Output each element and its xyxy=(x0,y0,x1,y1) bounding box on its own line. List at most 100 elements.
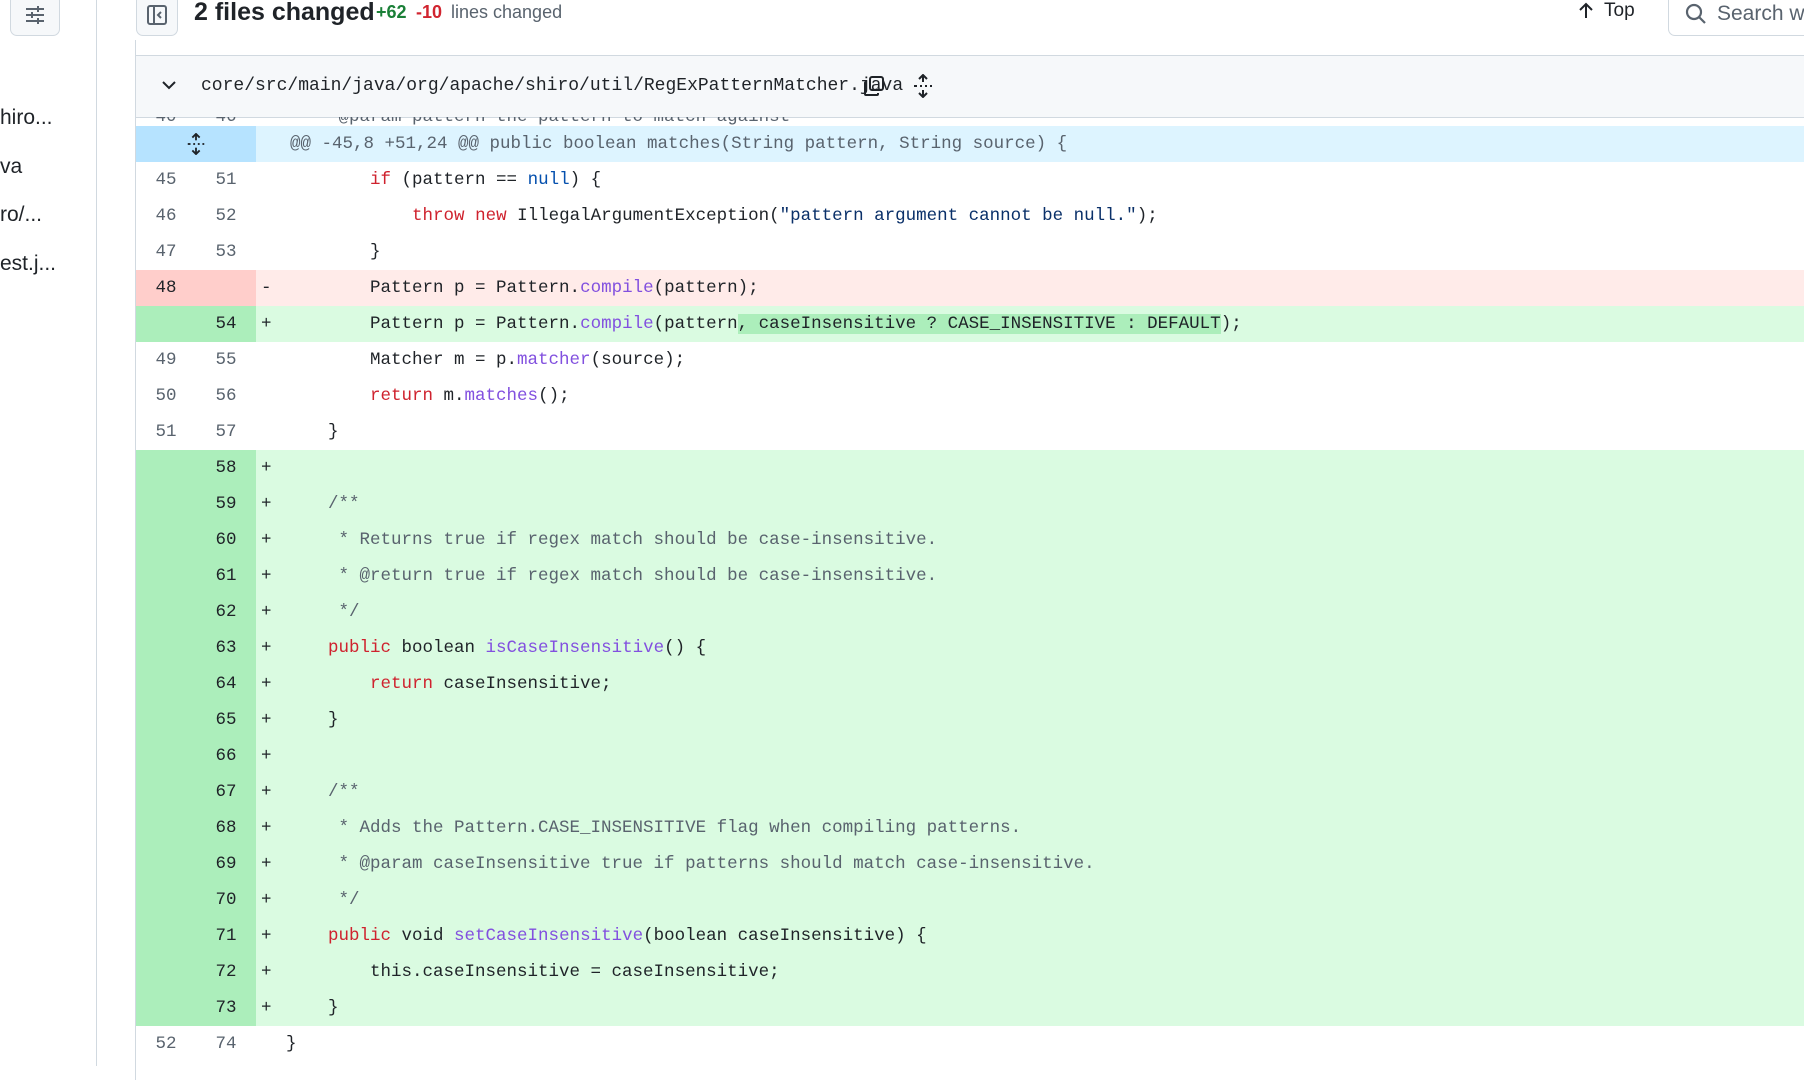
new-line-number[interactable]: 65 xyxy=(196,702,256,738)
old-line-number[interactable] xyxy=(136,810,196,846)
new-line-number[interactable]: 68 xyxy=(196,810,256,846)
hunk-header-text: @@ -45,8 +51,24 @@ public boolean matche… xyxy=(290,134,1068,154)
old-line-number[interactable]: 40 xyxy=(136,117,196,126)
old-line-number[interactable]: 46 xyxy=(136,198,196,234)
expand-hunk-button[interactable] xyxy=(136,126,256,162)
file-tree-item[interactable]: hiro... xyxy=(0,106,92,130)
search-input[interactable]: Search w xyxy=(1668,0,1804,36)
old-line-number[interactable] xyxy=(136,306,196,342)
new-line-number[interactable]: 57 xyxy=(196,414,256,450)
code-token: */ xyxy=(286,890,360,910)
code-token: , caseInsensitive ? CASE_INSENSITIVE : D… xyxy=(737,314,1221,334)
old-line-number[interactable] xyxy=(136,666,196,702)
code-token: ) { xyxy=(569,170,602,190)
new-line-number[interactable]: 59 xyxy=(196,486,256,522)
new-line-number[interactable]: 70 xyxy=(196,882,256,918)
old-line-number[interactable] xyxy=(136,846,196,882)
code-token: /** xyxy=(286,782,360,802)
lines-changed-label: lines changed xyxy=(451,2,563,22)
old-line-number[interactable]: 51 xyxy=(136,414,196,450)
code-token: } xyxy=(286,710,339,730)
code-token: "pattern argument cannot be null." xyxy=(779,206,1137,226)
diff-sign: + xyxy=(261,962,272,982)
old-line-number[interactable] xyxy=(136,774,196,810)
new-line-number[interactable]: 64 xyxy=(196,666,256,702)
code-token: * @return true if regex match should be … xyxy=(286,566,938,586)
code-content: Pattern p = Pattern.compile(pattern, cas… xyxy=(286,306,1804,342)
diff-lines: 4046 @param pattern the pattern to match… xyxy=(136,117,1804,1062)
deletions-count: -10 xyxy=(416,2,443,22)
old-line-number[interactable] xyxy=(136,738,196,774)
code-content: } xyxy=(286,990,1804,1026)
toggle-file-tree-button[interactable] xyxy=(136,0,178,36)
code-content: * Adds the Pattern.CASE_INSENSITIVE flag… xyxy=(286,810,1804,846)
code-content: public void setCaseInsensitive(boolean c… xyxy=(286,918,1804,954)
code-content: * @return true if regex match should be … xyxy=(286,558,1804,594)
diff-line-context: 49 55 Matcher m = p.matcher(source); xyxy=(136,342,1804,378)
old-line-number[interactable] xyxy=(136,918,196,954)
old-line-number[interactable] xyxy=(136,630,196,666)
new-line-number[interactable]: 56 xyxy=(196,378,256,414)
new-line-number[interactable]: 71 xyxy=(196,918,256,954)
old-line-number[interactable] xyxy=(136,486,196,522)
diff-line-addition: 71 + public void setCaseInsensitive(boole… xyxy=(136,918,1804,954)
diff-sign xyxy=(256,117,286,126)
old-line-number[interactable]: 45 xyxy=(136,162,196,198)
diff-line-addition: 65 + } xyxy=(136,702,1804,738)
old-line-number[interactable] xyxy=(136,954,196,990)
diff-sign xyxy=(256,234,286,270)
new-line-number[interactable]: 66 xyxy=(196,738,256,774)
old-line-number[interactable]: 50 xyxy=(136,378,196,414)
filter-files-button[interactable] xyxy=(10,0,60,36)
old-line-number[interactable]: 49 xyxy=(136,342,196,378)
old-line-number[interactable]: 47 xyxy=(136,234,196,270)
old-line-number[interactable] xyxy=(136,450,196,486)
old-line-number[interactable] xyxy=(136,882,196,918)
code-content: } xyxy=(286,234,1804,270)
diff-sign: + xyxy=(261,854,272,874)
new-line-number[interactable]: 61 xyxy=(196,558,256,594)
expand-all-button[interactable] xyxy=(911,73,935,103)
new-line-number[interactable]: 63 xyxy=(196,630,256,666)
new-line-number[interactable]: 51 xyxy=(196,162,256,198)
new-line-number[interactable] xyxy=(196,270,256,306)
code-token: matches xyxy=(464,386,539,406)
file-tree-item[interactable]: ro/... xyxy=(0,203,92,227)
diff-line-context: 52 74} xyxy=(136,1026,1804,1062)
diff-sign: + xyxy=(261,674,272,694)
new-line-number[interactable]: 58 xyxy=(196,450,256,486)
new-line-number[interactable]: 53 xyxy=(196,234,256,270)
collapse-file-button[interactable] xyxy=(158,74,180,101)
new-line-number[interactable]: 69 xyxy=(196,846,256,882)
file-tree-item[interactable]: est.j... xyxy=(0,252,92,276)
diff-sign: + xyxy=(261,602,272,622)
file-tree-item[interactable]: va xyxy=(0,155,92,179)
old-line-number[interactable] xyxy=(136,522,196,558)
code-content: /** xyxy=(286,486,1804,522)
new-line-number[interactable]: 46 xyxy=(196,117,256,126)
new-line-number[interactable]: 54 xyxy=(196,306,256,342)
previous-file-tail xyxy=(136,40,1804,55)
old-line-number[interactable] xyxy=(136,990,196,1026)
new-line-number[interactable]: 52 xyxy=(196,198,256,234)
old-line-number[interactable]: 52 xyxy=(136,1026,196,1062)
new-line-number[interactable]: 72 xyxy=(196,954,256,990)
old-line-number[interactable]: 48 xyxy=(136,270,196,306)
copy-path-button[interactable] xyxy=(862,74,886,103)
new-line-number[interactable]: 60 xyxy=(196,522,256,558)
new-line-number[interactable]: 67 xyxy=(196,774,256,810)
new-line-number[interactable]: 55 xyxy=(196,342,256,378)
new-line-number[interactable]: 74 xyxy=(196,1026,256,1062)
code-content: if (pattern == null) { xyxy=(286,162,1804,198)
file-path[interactable]: core/src/main/java/org/apache/shiro/util… xyxy=(201,76,903,96)
old-line-number[interactable] xyxy=(136,558,196,594)
new-line-number[interactable]: 73 xyxy=(196,990,256,1026)
old-line-number[interactable] xyxy=(136,594,196,630)
code-token: null xyxy=(527,170,570,190)
code-token: return xyxy=(370,674,434,694)
scroll-top-button[interactable]: Top xyxy=(1576,0,1635,22)
old-line-number[interactable] xyxy=(136,702,196,738)
new-line-number[interactable]: 62 xyxy=(196,594,256,630)
